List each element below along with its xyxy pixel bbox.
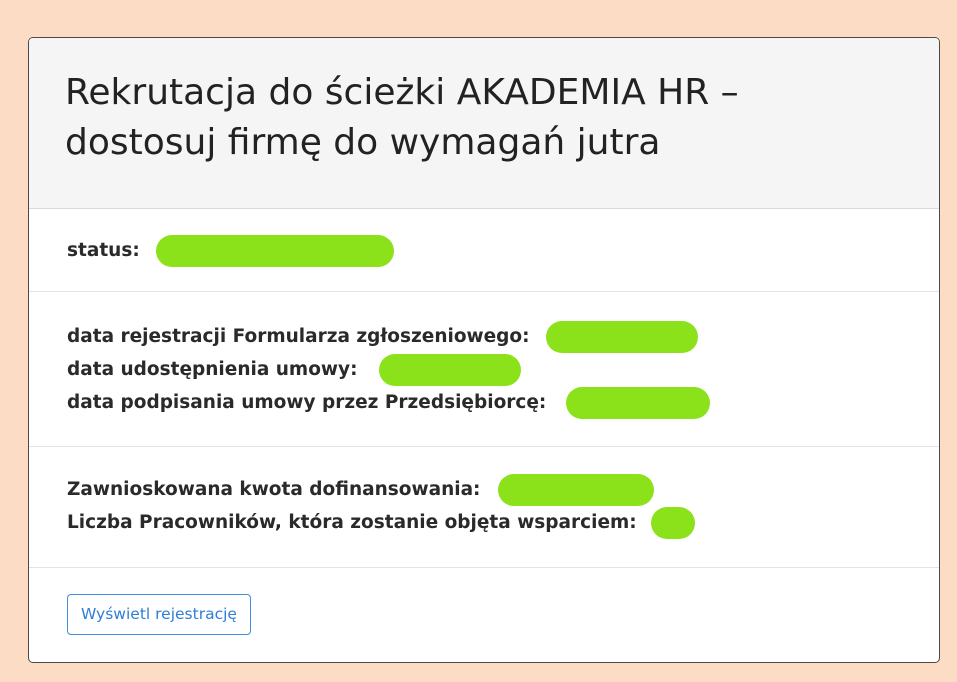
requested-amount-row: Zawnioskowana kwota dofinansowania: [67, 473, 939, 506]
status-row: status: [67, 234, 939, 267]
employees-count-redacted [650, 506, 695, 539]
status-section: status: [29, 209, 939, 292]
contract-signed-date-row: data podpisania umowy przez Przedsiębior… [67, 386, 939, 419]
registration-date-redacted [545, 320, 698, 353]
page-title: Rekrutacja do ścieżki AKADEMIA HR – dost… [65, 72, 739, 163]
contract-shared-date-redacted [379, 353, 522, 386]
employees-count-label: Liczba Pracowników, która zostanie objęt… [67, 512, 637, 533]
card-header: Rekrutacja do ścieżki AKADEMIA HR – dost… [29, 38, 939, 209]
requested-amount-redacted [498, 473, 655, 506]
registration-date-row: data rejestracji Formularza zgłoszeniowe… [67, 320, 939, 353]
registration-card: Rekrutacja do ścieżki AKADEMIA HR – dost… [28, 37, 940, 663]
status-value-redacted [155, 234, 394, 267]
funding-section: Zawnioskowana kwota dofinansowania: Licz… [29, 447, 939, 568]
status-label: status: [67, 240, 140, 261]
registration-date-label: data rejestracji Formularza zgłoszeniowe… [67, 326, 530, 347]
view-registration-button[interactable]: Wyświetl rejestrację [67, 594, 251, 635]
contract-shared-date-label: data udostępnienia umowy: [67, 359, 358, 380]
contract-signed-date-label: data podpisania umowy przez Przedsiębior… [67, 392, 547, 413]
dates-section: data rejestracji Formularza zgłoszeniowe… [29, 292, 939, 447]
contract-shared-date-row: data udostępnienia umowy: [67, 353, 939, 386]
contract-signed-date-redacted [566, 386, 711, 419]
requested-amount-label: Zawnioskowana kwota dofinansowania: [67, 479, 481, 500]
actions-section: Wyświetl rejestrację [29, 568, 939, 635]
employees-count-row: Liczba Pracowników, która zostanie objęt… [67, 506, 939, 539]
